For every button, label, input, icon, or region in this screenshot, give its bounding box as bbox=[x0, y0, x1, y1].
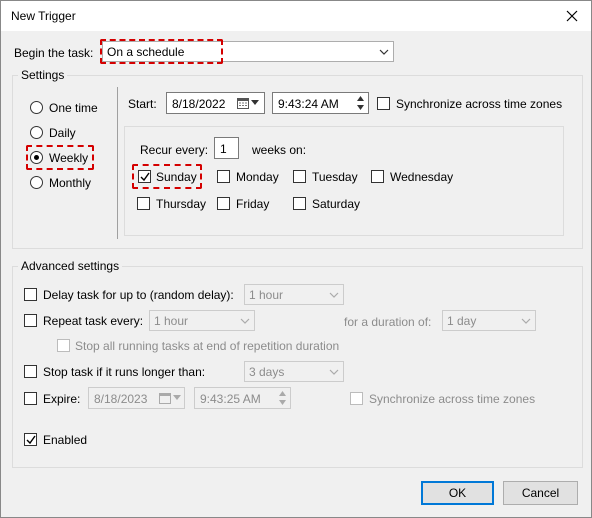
day-wednesday-label: Wednesday bbox=[390, 170, 454, 184]
day-saturday-checkbox[interactable] bbox=[293, 197, 306, 210]
settings-group-title: Settings bbox=[18, 68, 68, 82]
chevron-down-icon bbox=[521, 318, 531, 324]
recur-every-label: Recur every: bbox=[140, 143, 209, 157]
recur-every-value: 1 bbox=[220, 142, 227, 156]
title-bar: New Trigger bbox=[1, 1, 591, 31]
ok-button[interactable]: OK bbox=[421, 481, 494, 505]
expire-date-picker[interactable]: 8/18/2023 bbox=[88, 387, 185, 409]
chevron-down-icon bbox=[379, 49, 389, 55]
chevron-down-icon bbox=[329, 369, 339, 375]
day-thursday-label: Thursday bbox=[156, 197, 207, 211]
duration-label: for a duration of: bbox=[344, 315, 432, 329]
recur-every-input[interactable]: 1 bbox=[214, 137, 239, 159]
spin-up-icon[interactable] bbox=[353, 94, 367, 103]
date-dropdown-arrow-icon[interactable] bbox=[173, 395, 181, 401]
stop-all-tasks-label: Stop all running tasks at end of repetit… bbox=[75, 339, 340, 353]
spin-up-icon[interactable] bbox=[275, 389, 289, 398]
enabled-label: Enabled bbox=[43, 433, 88, 447]
sync-time-zones-label: Synchronize across time zones bbox=[396, 97, 563, 111]
close-icon bbox=[566, 10, 578, 22]
window-title: New Trigger bbox=[11, 9, 76, 23]
stop-longer-checkbox[interactable] bbox=[24, 365, 37, 378]
enabled-checkbox[interactable] bbox=[24, 433, 37, 446]
stop-longer-select[interactable]: 3 days bbox=[244, 361, 344, 382]
start-label: Start: bbox=[128, 97, 157, 111]
day-tuesday-checkbox[interactable] bbox=[293, 170, 306, 183]
stop-all-tasks-checkbox[interactable] bbox=[57, 339, 70, 352]
start-time-value: 9:43:24 AM bbox=[278, 97, 339, 111]
delay-task-value: 1 hour bbox=[249, 288, 284, 302]
cancel-button[interactable]: Cancel bbox=[503, 481, 578, 505]
sync-time-zones-checkbox[interactable] bbox=[377, 97, 390, 110]
repeat-task-value: 1 hour bbox=[154, 314, 189, 328]
expire-checkbox[interactable] bbox=[24, 392, 37, 405]
expire-date-value: 8/18/2023 bbox=[94, 392, 148, 406]
delay-task-label: Delay task for up to (random delay): bbox=[43, 288, 234, 302]
date-dropdown-arrow-icon[interactable] bbox=[251, 100, 259, 106]
checkmark-icon bbox=[26, 435, 36, 445]
start-time-spinner[interactable]: 9:43:24 AM bbox=[272, 92, 369, 114]
advanced-settings-title: Advanced settings bbox=[18, 259, 123, 273]
weekly-highlight bbox=[26, 145, 94, 170]
sunday-highlight bbox=[132, 164, 202, 189]
begin-task-label: Begin the task: bbox=[14, 46, 94, 60]
begin-task-highlight bbox=[100, 39, 223, 64]
calendar-icon[interactable] bbox=[237, 97, 249, 109]
delay-task-select[interactable]: 1 hour bbox=[244, 284, 344, 305]
expire-sync-label: Synchronize across time zones bbox=[369, 392, 536, 406]
repeat-task-label: Repeat task every: bbox=[43, 314, 144, 328]
duration-select[interactable]: 1 day bbox=[442, 310, 536, 331]
radio-daily-button[interactable] bbox=[30, 126, 43, 139]
start-time-spin[interactable] bbox=[353, 94, 367, 112]
day-tuesday-label: Tuesday bbox=[312, 170, 358, 184]
radio-one-time-label: One time bbox=[49, 101, 98, 115]
day-monday-label: Monday bbox=[236, 170, 279, 184]
radio-monthly-label: Monthly bbox=[49, 176, 92, 190]
radio-daily-label: Daily bbox=[49, 126, 76, 140]
start-date-value: 8/18/2022 bbox=[172, 97, 226, 111]
stop-longer-value: 3 days bbox=[249, 365, 285, 379]
settings-separator bbox=[117, 87, 118, 239]
expire-sync-checkbox[interactable] bbox=[350, 392, 363, 405]
day-monday-checkbox[interactable] bbox=[217, 170, 230, 183]
repeat-task-select[interactable]: 1 hour bbox=[149, 310, 255, 331]
start-date-picker[interactable]: 8/18/2022 bbox=[166, 92, 265, 114]
expire-time-value: 9:43:25 AM bbox=[200, 392, 261, 406]
expire-label: Expire: bbox=[43, 392, 81, 406]
day-friday-checkbox[interactable] bbox=[217, 197, 230, 210]
day-friday-label: Friday bbox=[236, 197, 270, 211]
stop-longer-label: Stop task if it runs longer than: bbox=[43, 365, 206, 379]
weeks-on-label: weeks on: bbox=[252, 143, 307, 157]
day-saturday-label: Saturday bbox=[312, 197, 361, 211]
day-wednesday-checkbox[interactable] bbox=[371, 170, 384, 183]
chevron-down-icon bbox=[329, 292, 339, 298]
close-button[interactable] bbox=[561, 5, 583, 27]
new-trigger-dialog: New Trigger Begin the task: On a schedul… bbox=[0, 0, 592, 518]
radio-monthly-button[interactable] bbox=[30, 176, 43, 189]
chevron-down-icon bbox=[240, 318, 250, 324]
spin-down-icon[interactable] bbox=[275, 398, 289, 407]
repeat-task-checkbox[interactable] bbox=[24, 314, 37, 327]
duration-value: 1 day bbox=[447, 314, 477, 328]
expire-time-spinner[interactable]: 9:43:25 AM bbox=[194, 387, 291, 409]
delay-task-checkbox[interactable] bbox=[24, 288, 37, 301]
day-thursday-checkbox[interactable] bbox=[137, 197, 150, 210]
radio-one-time-button[interactable] bbox=[30, 101, 43, 114]
spin-down-icon[interactable] bbox=[353, 103, 367, 112]
calendar-icon[interactable] bbox=[159, 392, 171, 404]
expire-time-spin[interactable] bbox=[275, 389, 289, 407]
